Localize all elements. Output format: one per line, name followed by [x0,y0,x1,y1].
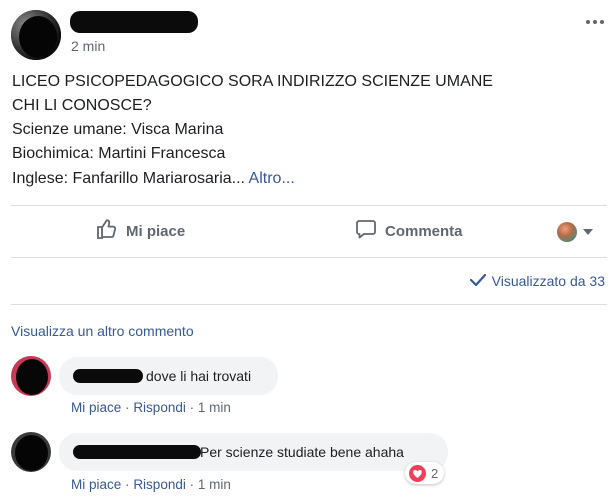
divider-middle [11,257,607,258]
comment-2-like-link[interactable]: Mi piace [71,477,121,492]
seen-by-label: Visualizzato da 33 [491,273,605,289]
comment-2-reply-link[interactable]: Rispondi [133,477,186,492]
caret-down-icon [582,223,594,241]
like-label: Mi piace [126,222,186,240]
seen-by[interactable]: Visualizzato da 33 [469,273,605,289]
thumbs-up-icon [96,218,126,244]
view-more-comments-link[interactable]: Visualizza un altro commento [11,323,194,339]
post-line-5: Inglese: Fanfarillo Mariarosaria... Altr… [12,167,295,192]
post-line-2: CHI LI CONOSCE? [12,97,152,114]
comment-2-actions: Mi piace · Rispondi · 1 min [71,477,231,492]
post-line-4: Biochimica: Martini Francesca [12,145,226,162]
comment-2-sep-2: · [189,477,195,492]
comment-label: Comment­a [385,222,463,240]
post-line-3: Scienze umane: Visca Marina [12,121,224,138]
comment-2-author-redacted[interactable] [73,445,201,459]
post-author-avatar[interactable] [11,10,61,60]
ellipsis-icon[interactable] [585,13,605,24]
comment-1-bubble: dove li hai trovati [59,357,278,395]
comment-1-author-redacted[interactable] [73,369,143,383]
heart-icon [409,464,426,482]
comment-1-avatar[interactable] [11,356,51,396]
comment-1-text: dove li hai trovati [146,368,252,384]
comment-1-avatar-redaction [16,359,48,395]
viewer-avatar [557,222,577,242]
comment-2-bubble: Per scienze studiate bene ahaha [59,433,448,471]
post-line-1: LICEO PSICOPEDAGOGICO SORA INDIRIZZO SCI… [12,73,493,90]
like-button[interactable]: Mi piace [96,216,185,246]
checkmark-icon [469,273,486,289]
comment-1-sep-1: · [125,400,130,415]
see-more-link[interactable]: Altro... [249,170,295,187]
comment-1-sep-2: · [189,400,195,415]
comment-1-reply-link[interactable]: Rispondi [133,400,186,415]
speech-bubble-icon [355,218,385,244]
comment-1-like-link[interactable]: Mi piace [71,400,121,415]
comment-2-reactions[interactable]: 2 [405,462,445,484]
comment-2-text: Per scienze studiate bene ahaha [200,444,404,460]
divider-top [11,205,607,206]
comment-2-avatar[interactable] [11,432,51,472]
comment-2-sep-1: · [125,477,130,492]
comment-1-time[interactable]: 1 min [198,400,231,415]
comment-1-actions: Mi piace · Rispondi · 1 min [71,400,231,415]
comment-2-avatar-redaction [15,435,48,471]
divider-bottom [11,304,607,305]
avatar-redaction [19,16,57,58]
comment-2-time[interactable]: 1 min [198,477,231,492]
post-timestamp[interactable]: 2 min [71,38,105,54]
comment-2-reaction-count: 2 [431,465,439,481]
comment-button[interactable]: Comment­a [355,216,463,246]
post-author-name-redacted[interactable] [70,11,198,33]
post-line-5-text: Inglese: Fanfarillo Mariarosaria... [12,170,245,187]
reaction-selector[interactable] [557,221,597,243]
